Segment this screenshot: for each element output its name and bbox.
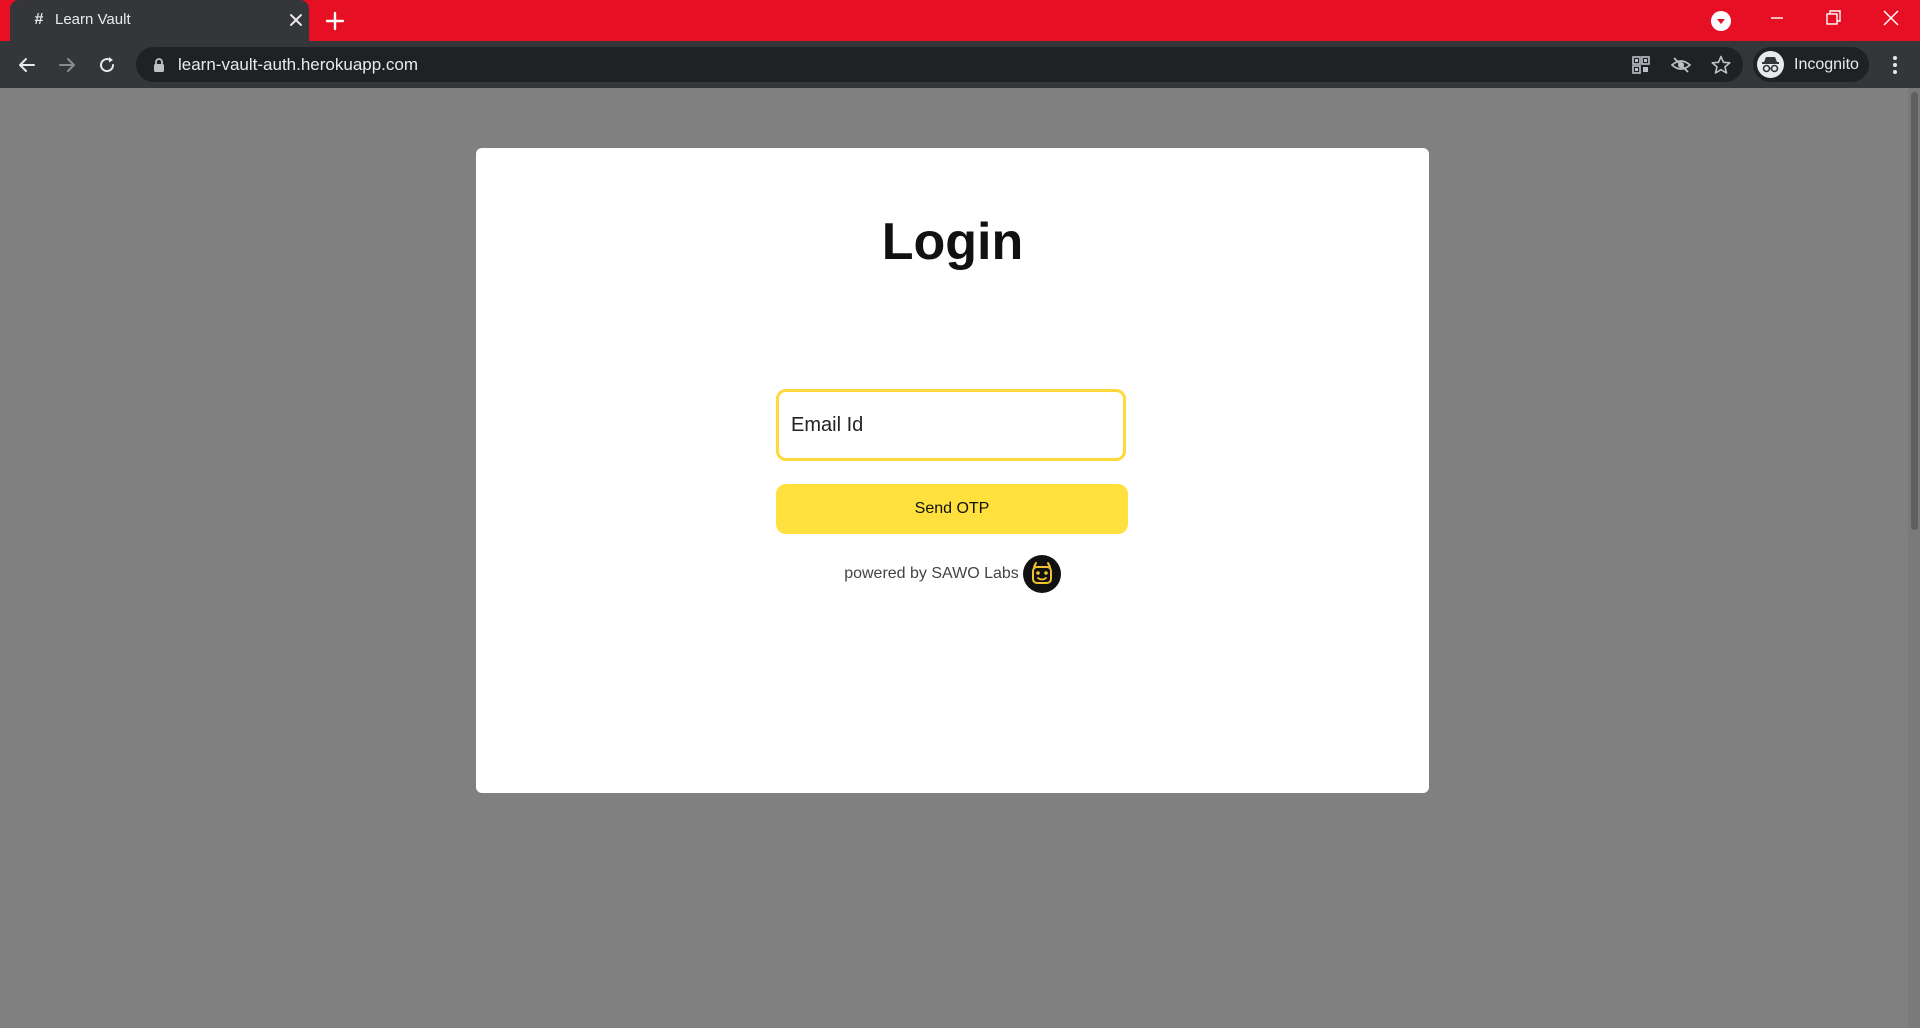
sawo-logo-icon xyxy=(1022,555,1061,593)
page-scrollbar[interactable] xyxy=(1908,88,1920,1028)
back-icon[interactable] xyxy=(12,50,42,80)
forward-icon[interactable] xyxy=(52,50,82,80)
star-icon[interactable] xyxy=(1710,54,1732,76)
email-field[interactable] xyxy=(776,389,1126,461)
minimize-icon[interactable] xyxy=(1750,0,1804,36)
tab-title: Learn Vault xyxy=(55,11,131,28)
new-tab-icon[interactable] xyxy=(323,9,347,33)
url-text: learn-vault-auth.herokuapp.com xyxy=(178,55,419,74)
page-title: Login xyxy=(881,213,1024,271)
powered-by: powered by SAWO Labs xyxy=(476,554,1429,594)
incognito-profile-button[interactable]: Incognito xyxy=(1753,47,1869,82)
browser-tab[interactable]: # Learn Vault xyxy=(10,0,309,41)
browser-window: # Learn Vault learn-vault-auth.herokuapp… xyxy=(0,0,1920,1028)
send-otp-button[interactable]: Send OTP xyxy=(776,484,1128,534)
powered-by-text: powered by SAWO Labs xyxy=(844,565,1019,582)
lock-icon[interactable] xyxy=(152,57,166,73)
close-window-icon[interactable] xyxy=(1864,0,1918,36)
hash-icon: # xyxy=(34,11,44,28)
kebab-menu-icon[interactable] xyxy=(1880,50,1910,80)
restore-icon[interactable] xyxy=(1806,0,1860,36)
eye-off-icon[interactable] xyxy=(1670,54,1692,76)
address-bar[interactable]: learn-vault-auth.herokuapp.com xyxy=(136,47,1743,82)
scrollbar-thumb[interactable] xyxy=(1911,92,1918,530)
tab-close-icon[interactable] xyxy=(286,10,306,30)
title-bar: # Learn Vault xyxy=(0,0,1920,41)
tab-search-icon[interactable] xyxy=(1711,11,1731,31)
login-card: Login Send OTP powered by SAWO Labs xyxy=(476,148,1429,793)
qr-code-icon[interactable] xyxy=(1630,54,1652,76)
incognito-icon xyxy=(1757,51,1784,78)
browser-toolbar: learn-vault-auth.herokuapp.com Incognito xyxy=(0,41,1920,88)
reload-icon[interactable] xyxy=(92,50,122,80)
page-viewport: Login Send OTP powered by SAWO Labs xyxy=(0,88,1920,1028)
profile-label: Incognito xyxy=(1794,56,1859,73)
